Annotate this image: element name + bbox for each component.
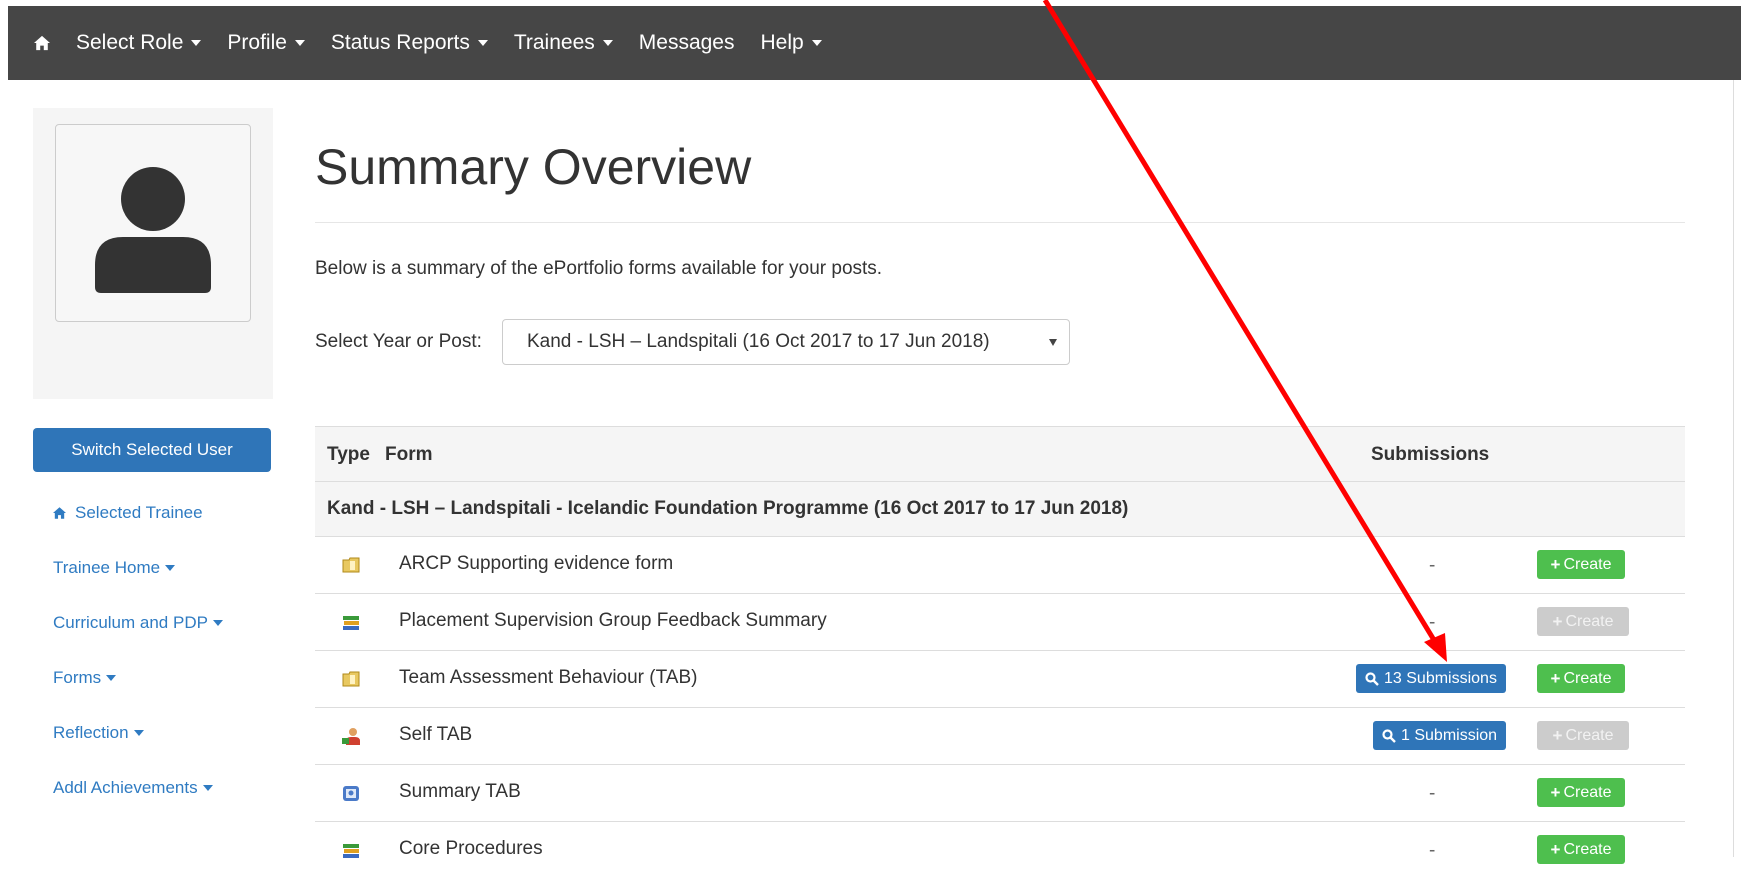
nav-trainees[interactable]: Trainees	[514, 31, 613, 55]
person-icon	[342, 728, 360, 745]
plus-icon: +	[1550, 782, 1561, 802]
form-name[interactable]: Team Assessment Behaviour (TAB)	[399, 667, 697, 689]
nav-messages[interactable]: Messages	[639, 31, 735, 55]
plus-icon: +	[1552, 611, 1563, 631]
sidebar-item-curriculum-pdp[interactable]: Curriculum and PDP	[53, 613, 223, 633]
view-submissions-button[interactable]: 13 Submissions	[1356, 664, 1506, 693]
form-name[interactable]: ARCP Supporting evidence form	[399, 553, 673, 575]
dropdown-arrow-icon	[1049, 339, 1057, 346]
header-type: Type	[327, 444, 370, 465]
forms-table: Type Form Submissions Kand - LSH – Lands…	[315, 426, 1685, 878]
summary-icon	[343, 786, 359, 801]
table-row: Placement Supervision Group Feedback Sum…	[315, 594, 1685, 651]
user-silhouette-icon	[95, 167, 211, 293]
select-label: Select Year or Post:	[315, 331, 482, 352]
home-icon	[53, 507, 66, 519]
sidebar-item-addl-achievements[interactable]: Addl Achievements	[53, 778, 213, 798]
submissions-value: -	[1429, 612, 1436, 633]
plus-icon: +	[1550, 668, 1561, 688]
nav-help[interactable]: Help	[760, 31, 822, 55]
folder-icon	[342, 557, 360, 573]
avatar	[55, 124, 251, 322]
chevron-down-icon	[294, 40, 305, 46]
home-icon[interactable]	[34, 35, 50, 51]
create-button[interactable]: + Create	[1537, 835, 1625, 864]
create-button-disabled: + Create	[1537, 721, 1629, 750]
nav-status-reports[interactable]: Status Reports	[331, 31, 488, 55]
chevron-down-icon	[202, 785, 213, 791]
select-value: Kand - LSH – Landspitali (16 Oct 2017 to…	[527, 331, 990, 352]
group-title: Kand - LSH – Landspitali - Icelandic Fou…	[327, 498, 1129, 519]
chevron-down-icon	[133, 730, 144, 736]
chevron-down-icon	[811, 40, 822, 46]
create-button-disabled: + Create	[1537, 607, 1629, 636]
table-header: Type Form Submissions	[315, 426, 1685, 482]
page-title: Summary Overview	[315, 139, 752, 195]
form-name[interactable]: Summary TAB	[399, 781, 521, 803]
nav-select-role[interactable]: Select Role	[76, 31, 202, 55]
year-post-select[interactable]: Kand - LSH – Landspitali (16 Oct 2017 to…	[502, 319, 1070, 365]
table-row: Self TAB 1 Submission + Create	[315, 708, 1685, 765]
chevron-down-icon	[212, 620, 223, 626]
chevron-down-icon	[106, 675, 117, 681]
table-row: Team Assessment Behaviour (TAB) 13 Submi…	[315, 651, 1685, 708]
sidebar-item-reflection[interactable]: Reflection	[53, 723, 144, 743]
submissions-value: -	[1429, 555, 1436, 576]
books-icon	[343, 844, 359, 858]
folder-icon	[342, 671, 360, 687]
top-navbar: Select Role Profile Status Reports Train…	[8, 6, 1741, 80]
chevron-down-icon	[191, 40, 202, 46]
table-row: Summary TAB - + Create	[315, 765, 1685, 822]
header-submissions: Submissions	[1371, 444, 1490, 465]
plus-icon: +	[1550, 554, 1561, 574]
search-icon	[1365, 671, 1379, 686]
group-row: Kand - LSH – Landspitali - Icelandic Fou…	[315, 482, 1685, 537]
header-form: Form	[385, 444, 433, 465]
title-divider	[315, 222, 1685, 223]
chevron-down-icon	[477, 40, 488, 46]
submissions-value: -	[1429, 840, 1436, 861]
search-icon	[1382, 728, 1396, 743]
chevron-down-icon	[165, 565, 176, 571]
page-edge-divider	[1733, 80, 1734, 857]
create-button[interactable]: + Create	[1537, 550, 1625, 579]
submissions-value: -	[1429, 783, 1436, 804]
intro-text: Below is a summary of the ePortfolio for…	[315, 258, 883, 279]
sidebar-item-trainee-home[interactable]: Trainee Home	[53, 558, 176, 578]
form-name[interactable]: Placement Supervision Group Feedback Sum…	[399, 610, 827, 632]
table-row: Core Procedures - + Create	[315, 822, 1685, 878]
nav-profile[interactable]: Profile	[227, 31, 305, 55]
books-icon	[343, 616, 359, 630]
form-name[interactable]: Self TAB	[399, 724, 472, 746]
switch-selected-user-button[interactable]: Switch Selected User	[33, 428, 271, 472]
create-button[interactable]: + Create	[1537, 664, 1625, 693]
chevron-down-icon	[602, 40, 613, 46]
view-submissions-button[interactable]: 1 Submission	[1373, 721, 1507, 750]
plus-icon: +	[1552, 725, 1563, 745]
sidebar-item-forms[interactable]: Forms	[53, 668, 117, 688]
selected-trainee-link[interactable]: Selected Trainee	[53, 503, 203, 523]
create-button[interactable]: + Create	[1537, 778, 1625, 807]
table-row: ARCP Supporting evidence form - + Create	[315, 537, 1685, 594]
